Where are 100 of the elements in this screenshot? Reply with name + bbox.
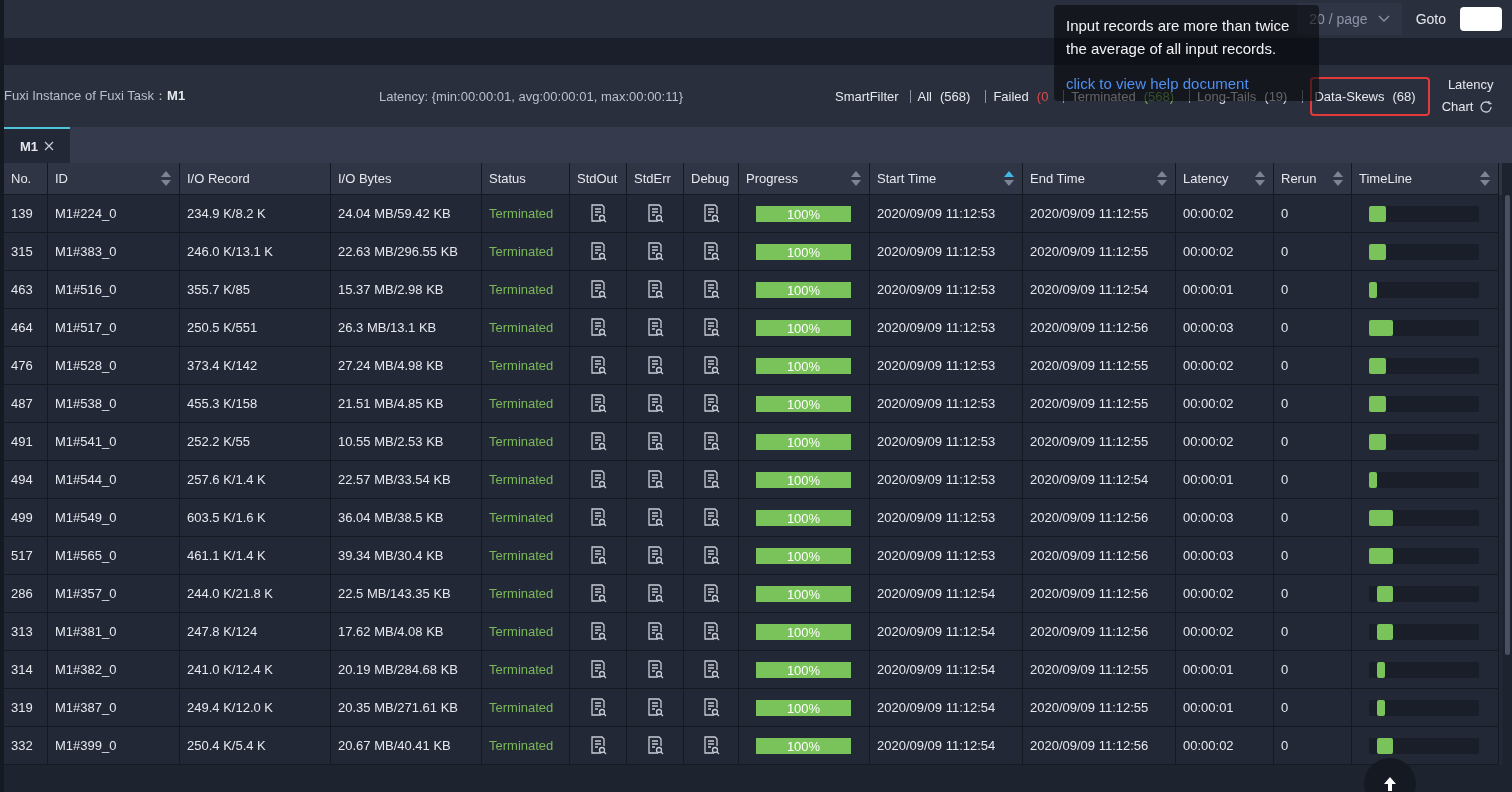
document-search-icon[interactable] (589, 470, 607, 489)
sort-icon[interactable] (851, 171, 861, 186)
column-label: Status (489, 171, 526, 186)
document-search-icon[interactable] (702, 508, 720, 527)
document-search-icon[interactable] (589, 242, 607, 261)
document-search-icon[interactable] (702, 242, 720, 261)
filter-button[interactable]: Failed (0 (993, 88, 1049, 104)
sort-icon[interactable] (161, 171, 171, 186)
document-search-icon[interactable] (702, 318, 720, 337)
document-search-icon[interactable] (646, 280, 664, 299)
latency-chart-button[interactable]: Latency Chart (1441, 74, 1498, 118)
column-label: No. (11, 171, 32, 186)
sort-icon[interactable] (1480, 171, 1490, 186)
document-search-icon[interactable] (589, 356, 607, 375)
document-search-icon[interactable] (702, 622, 720, 641)
goto-label: Goto (1415, 11, 1446, 27)
progress-label: 100% (785, 509, 822, 527)
progress-label: 100% (785, 471, 822, 489)
document-search-icon[interactable] (589, 622, 607, 641)
document-search-icon[interactable] (646, 204, 664, 223)
column-label: I/O Record (187, 171, 250, 186)
document-search-icon[interactable] (646, 698, 664, 717)
filter-button[interactable]: All (568) (917, 88, 971, 104)
document-search-icon[interactable] (702, 432, 720, 451)
table-cell: 332 (4, 727, 48, 765)
document-search-icon[interactable] (646, 736, 664, 755)
document-search-icon[interactable] (589, 394, 607, 413)
refresh-icon (1479, 100, 1494, 114)
document-search-icon[interactable] (702, 280, 720, 299)
document-search-icon[interactable] (702, 660, 720, 679)
document-search-icon[interactable] (646, 394, 664, 413)
progress-label: 100% (785, 357, 822, 375)
sort-icon[interactable] (1255, 171, 1265, 186)
document-search-icon[interactable] (646, 356, 664, 375)
progress-label: 100% (785, 395, 822, 413)
column-label: Debug (691, 171, 730, 186)
column-label: StdOut (577, 171, 618, 186)
column-label: Rerun (1281, 171, 1317, 186)
document-search-icon[interactable] (589, 698, 607, 717)
document-search-icon[interactable] (589, 432, 607, 451)
column-label: Progress (746, 171, 799, 186)
task-title: Fuxi Instance of Fuxi Task：M1 (4, 87, 187, 105)
filter-button[interactable]: Data-Skews (68) (1310, 76, 1430, 116)
progress-label: 100% (785, 547, 822, 565)
document-search-icon[interactable] (646, 432, 664, 451)
document-search-icon[interactable] (589, 318, 607, 337)
document-search-icon[interactable] (646, 318, 664, 337)
document-search-icon[interactable] (589, 204, 607, 223)
table-cell: 250.4 K/5.4 K (180, 727, 331, 765)
document-search-icon[interactable] (589, 280, 607, 299)
document-search-icon[interactable] (702, 204, 720, 223)
column-label: Latency (1183, 171, 1229, 186)
document-search-icon[interactable] (702, 546, 720, 565)
document-search-icon[interactable] (646, 660, 664, 679)
sort-icon[interactable] (1333, 171, 1343, 186)
progress-label: 100% (785, 319, 822, 337)
close-icon[interactable] (44, 141, 55, 151)
chevron-down-icon (1377, 15, 1390, 23)
document-search-icon[interactable] (589, 584, 607, 603)
progress-label: 100% (785, 433, 822, 451)
progress-label: 100% (785, 243, 822, 261)
progress-label: 100% (785, 623, 822, 641)
table-cell: 2020/09/09 11:12:56 (1023, 727, 1176, 765)
progress-label: 100% (785, 661, 822, 679)
document-search-icon[interactable] (646, 242, 664, 261)
table-cell: 20.67 MB/40.41 KB (331, 727, 482, 765)
table-cell: 0 (1274, 727, 1352, 765)
document-search-icon[interactable] (589, 508, 607, 527)
sort-icon[interactable] (1157, 171, 1167, 186)
goto-input[interactable] (1460, 7, 1502, 31)
sort-icon[interactable] (1004, 171, 1014, 186)
progress-label: 100% (785, 737, 822, 755)
document-search-icon[interactable] (702, 736, 720, 755)
latency-summary: Latency: {min:00:00:01, avg:00:00:01, max:00:00:11} (379, 88, 685, 104)
document-search-icon[interactable] (702, 356, 720, 375)
document-search-icon[interactable] (702, 470, 720, 489)
document-search-icon[interactable] (702, 394, 720, 413)
progress-label: 100% (785, 585, 822, 603)
document-search-icon[interactable] (646, 546, 664, 565)
document-search-icon[interactable] (589, 546, 607, 565)
document-search-icon[interactable] (702, 584, 720, 603)
column-label: TimeLine (1359, 171, 1412, 186)
arrow-up-icon (1383, 776, 1397, 792)
document-search-icon[interactable] (646, 470, 664, 489)
document-search-icon[interactable] (589, 660, 607, 679)
document-search-icon[interactable] (589, 736, 607, 755)
column-label: StdErr (634, 171, 671, 186)
document-search-icon[interactable] (646, 622, 664, 641)
table-cell: M1#399_0 (48, 727, 180, 765)
column-label: Start Time (877, 171, 937, 186)
status-cell: Terminated (482, 727, 570, 765)
progress-label: 100% (785, 281, 822, 299)
document-search-icon[interactable] (646, 508, 664, 527)
document-search-icon[interactable] (702, 698, 720, 717)
page-size-select[interactable]: 20 / page (1297, 3, 1402, 35)
progress-label: 100% (785, 205, 822, 223)
column-label: ID (55, 171, 68, 186)
progress-label: 100% (785, 699, 822, 717)
document-search-icon[interactable] (646, 584, 664, 603)
tab[interactable]: M1 (4, 127, 71, 163)
